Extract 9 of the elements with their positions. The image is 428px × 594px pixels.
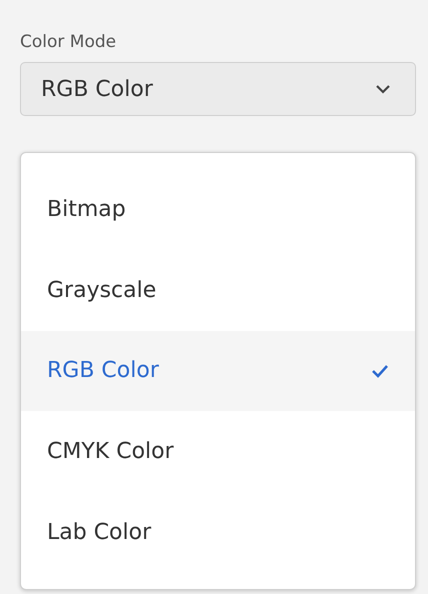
menu-option[interactable]: CMYK Color xyxy=(21,411,415,492)
menu-option[interactable]: Grayscale xyxy=(21,250,415,331)
chevron-down-icon xyxy=(375,84,391,94)
menu-option[interactable]: Bitmap xyxy=(21,169,415,250)
menu-option[interactable]: Lab Color xyxy=(21,492,415,573)
menu-option[interactable]: RGB Color xyxy=(21,330,415,412)
field-label: Color Mode xyxy=(20,32,118,52)
color-mode-dropdown[interactable]: RGB Color xyxy=(20,62,416,116)
checkmark-icon xyxy=(371,364,389,378)
